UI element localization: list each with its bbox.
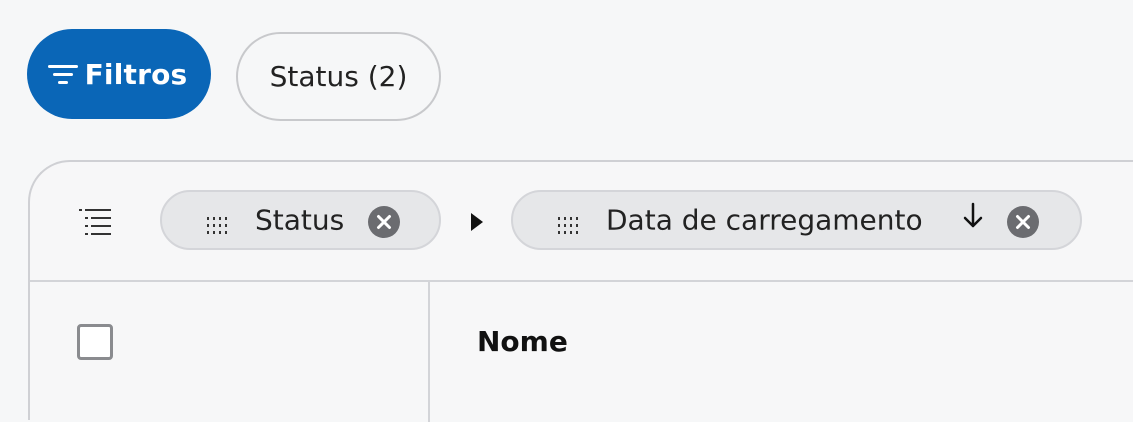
group-list-icon[interactable] (77, 207, 113, 237)
filter-icon (47, 62, 79, 86)
group-chip-data-de-carregamento[interactable]: Data de carregamento (511, 190, 1082, 250)
column-header-nome[interactable]: Nome (477, 325, 568, 358)
close-circle-icon[interactable] (368, 206, 400, 238)
drag-handle-icon[interactable] (206, 210, 234, 234)
column-divider[interactable] (428, 282, 430, 422)
arrow-down-icon[interactable] (961, 202, 985, 230)
filters-button-label: Filtros (84, 57, 188, 91)
group-chip-status[interactable]: Status (160, 190, 441, 250)
close-circle-icon[interactable] (1007, 206, 1039, 238)
table-header-row (30, 282, 1133, 422)
filter-toolbar: Filtros Status (2) (0, 0, 1133, 150)
group-chip-label: Status (255, 203, 345, 237)
play-arrow-icon (469, 212, 485, 232)
status-filter-chip-label: Status (2) (269, 60, 408, 93)
data-table-panel: Status Data de carregamento Nome (28, 160, 1133, 422)
status-filter-chip[interactable]: Status (2) (236, 32, 441, 121)
drag-handle-icon[interactable] (557, 210, 585, 234)
select-all-checkbox[interactable] (77, 324, 113, 360)
filters-button[interactable]: Filtros (27, 29, 211, 119)
group-chip-label: Data de carregamento (606, 203, 923, 237)
grouping-bar: Status Data de carregamento (30, 162, 1133, 282)
